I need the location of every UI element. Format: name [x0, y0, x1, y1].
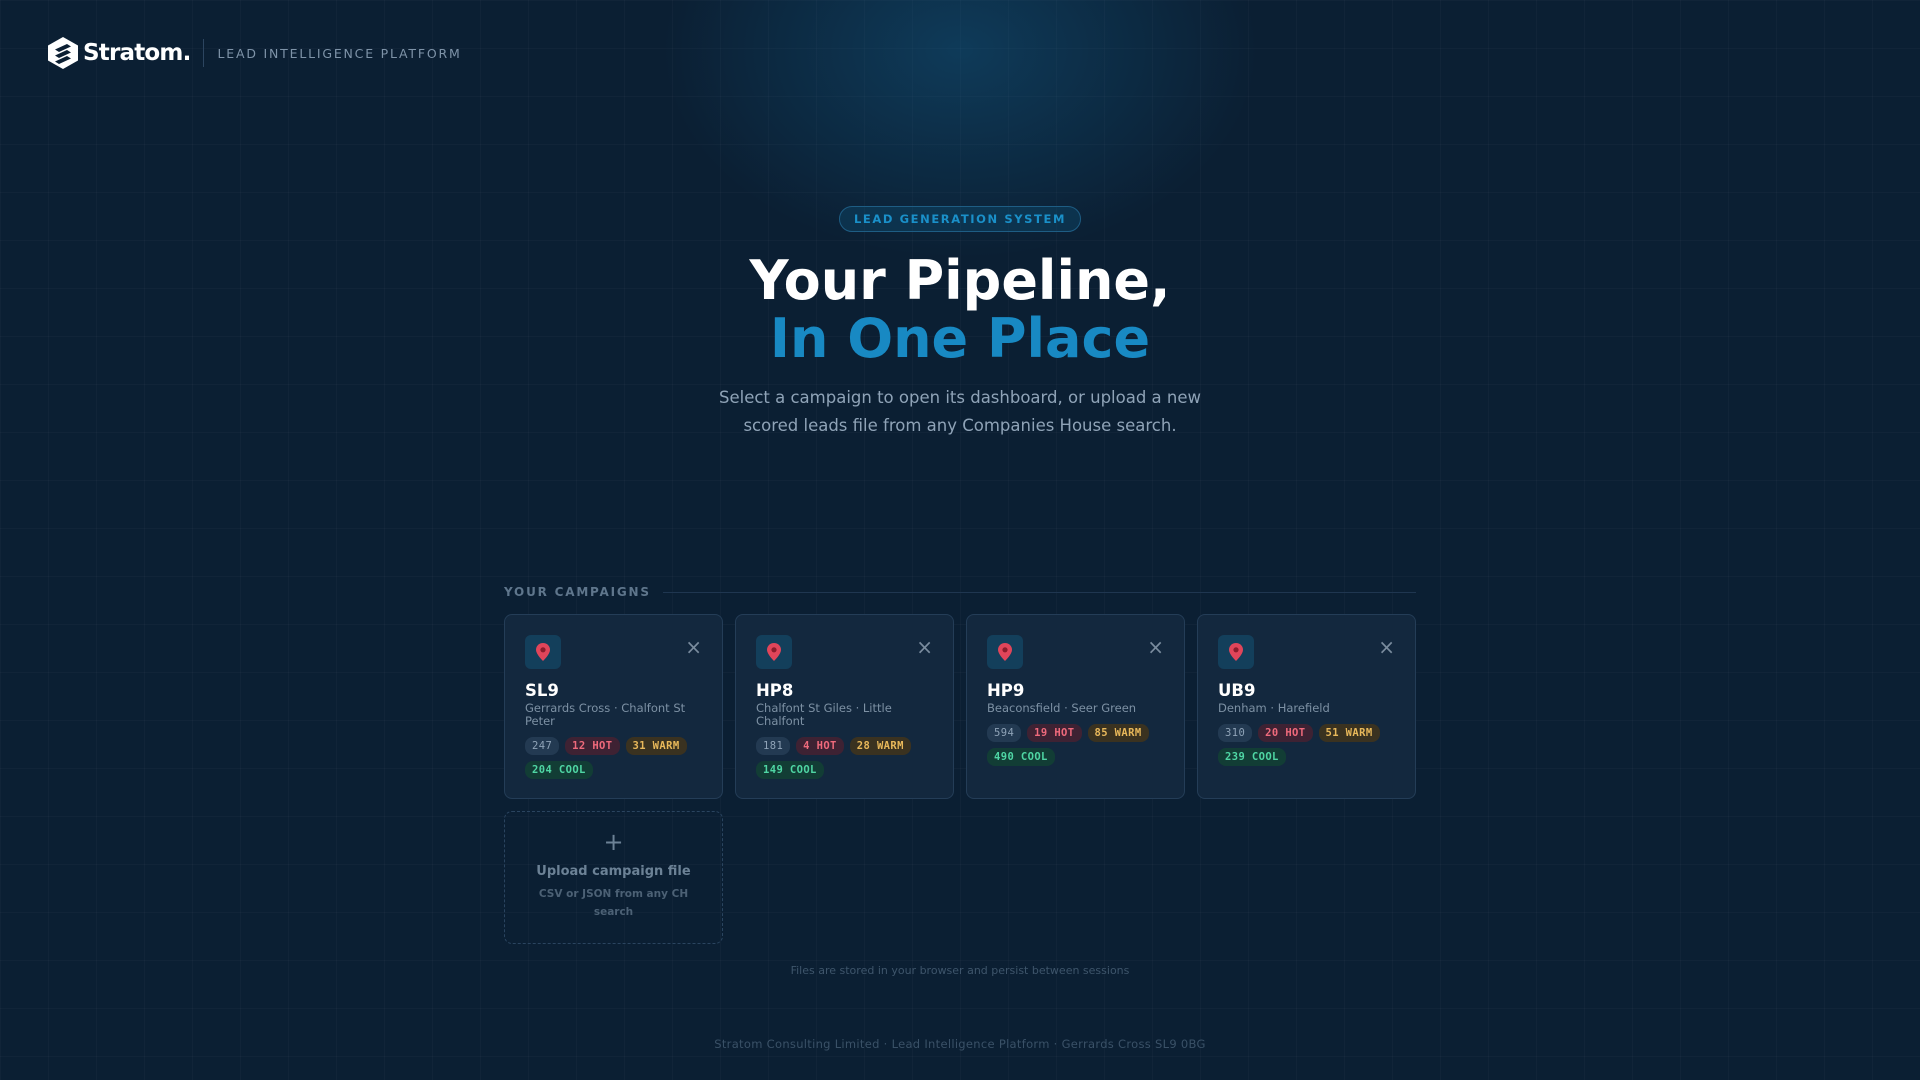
close-icon[interactable]: × — [1147, 637, 1164, 657]
campaign-card-ub9[interactable]: × UB9 Denham · Harefield 310 20 HOT 51 W… — [1197, 614, 1416, 799]
cool-badge: 149 COOL — [756, 761, 824, 779]
cool-badge: 204 COOL — [525, 761, 593, 779]
hot-badge: 12 HOT — [565, 737, 620, 755]
hero-title-line2: In One Place — [769, 307, 1151, 370]
upload-title: Upload campaign file — [536, 864, 691, 879]
campaign-card-hp9[interactable]: × HP9 Beaconsfield · Seer Green 594 19 H… — [966, 614, 1185, 799]
warm-badge: 28 WARM — [849, 737, 911, 755]
cool-badge: 490 COOL — [987, 748, 1055, 766]
hero-section: LEAD GENERATION SYSTEM Your Pipeline, In… — [0, 206, 1920, 440]
campaign-code: SL9 — [525, 681, 559, 700]
page-footer: Stratom Consulting Limited · Lead Intell… — [714, 1037, 1206, 1051]
close-icon[interactable]: × — [1378, 637, 1395, 657]
hero-description: Select a campaign to open its dashboard,… — [718, 388, 1202, 435]
hero-title: Your Pipeline, In One Place — [0, 252, 1920, 368]
hot-badge: 19 HOT — [1027, 724, 1082, 742]
stratom-logo-icon — [48, 37, 78, 69]
warm-badge: 85 WARM — [1087, 724, 1149, 742]
lead-badges: 310 20 HOT 51 WARM 239 COOL — [1218, 724, 1395, 766]
top-header: Stratom. LEAD INTELLIGENCE PLATFORM — [47, 34, 462, 72]
upload-campaign-button[interactable]: + Upload campaign file CSV or JSON from … — [504, 811, 723, 944]
campaign-areas: Beaconsfield · Seer Green — [987, 701, 1137, 715]
map-pin-icon — [756, 635, 792, 669]
warm-badge: 51 WARM — [1318, 724, 1380, 742]
logo-text: Stratom. — [83, 40, 191, 66]
warm-badge: 31 WARM — [625, 737, 687, 755]
plus-icon: + — [603, 828, 624, 856]
lead-badges: 247 12 HOT 31 WARM 204 COOL — [525, 737, 702, 779]
platform-subtitle: LEAD INTELLIGENCE PLATFORM — [217, 45, 462, 61]
campaign-code: UB9 — [1218, 681, 1256, 700]
campaign-code: HP8 — [756, 681, 794, 700]
campaign-card-sl9[interactable]: × SL9 Gerrards Cross · Chalfont St Peter… — [504, 614, 723, 799]
campaigns-label: YOUR CAMPAIGNS — [504, 585, 651, 599]
total-badge: 310 — [1218, 724, 1253, 742]
section-divider — [662, 591, 1416, 593]
campaigns-header: YOUR CAMPAIGNS — [504, 584, 1416, 600]
close-icon[interactable]: × — [916, 637, 933, 657]
total-badge: 247 — [525, 737, 560, 755]
campaign-areas: Denham · Harefield — [1218, 701, 1330, 715]
system-pill: LEAD GENERATION SYSTEM — [838, 206, 1082, 232]
map-pin-icon — [1218, 635, 1254, 669]
campaign-card-hp8[interactable]: × HP8 Chalfont St Giles · Little Chalfon… — [735, 614, 954, 799]
campaign-grid: × SL9 Gerrards Cross · Chalfont St Peter… — [504, 614, 1416, 799]
upload-subtitle: CSV or JSON from any CH search — [538, 888, 689, 918]
lead-badges: 181 4 HOT 28 WARM 149 COOL — [756, 737, 933, 779]
header-divider — [202, 39, 204, 67]
hot-badge: 20 HOT — [1258, 724, 1313, 742]
map-pin-icon — [987, 635, 1023, 669]
total-badge: 181 — [756, 737, 791, 755]
map-pin-icon — [525, 635, 561, 669]
cool-badge: 239 COOL — [1218, 748, 1286, 766]
campaigns-section: YOUR CAMPAIGNS × SL9 Gerrards Cross · Ch… — [504, 584, 1416, 944]
close-icon[interactable]: × — [685, 637, 702, 657]
total-badge: 594 — [987, 724, 1022, 742]
brand-logo[interactable]: Stratom. — [47, 36, 191, 70]
campaign-areas: Chalfont St Giles · Little Chalfont — [756, 701, 892, 728]
storage-note: Files are stored in your browser and per… — [790, 964, 1130, 977]
hero-title-line1: Your Pipeline, — [749, 249, 1171, 312]
campaign-areas: Gerrards Cross · Chalfont St Peter — [525, 701, 686, 728]
hot-badge: 4 HOT — [796, 737, 844, 755]
lead-badges: 594 19 HOT 85 WARM 490 COOL — [987, 724, 1164, 766]
campaign-code: HP9 — [987, 681, 1025, 700]
